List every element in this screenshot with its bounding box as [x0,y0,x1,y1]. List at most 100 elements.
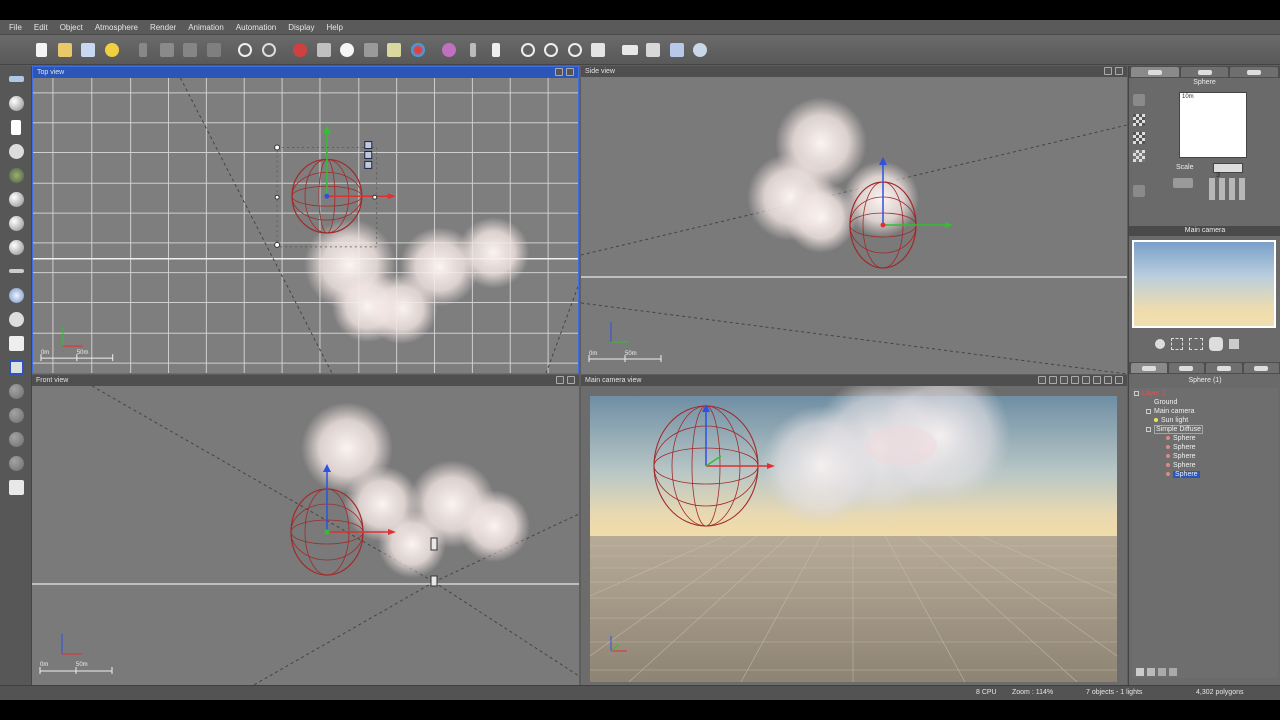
scale-icon[interactable] [3,428,29,450]
clapperboard-icon[interactable] [642,39,664,61]
front-view-canvas[interactable]: 0m 50m [32,386,579,686]
tree-item-main-camera[interactable]: Main camera [1146,408,1194,415]
tab-animation[interactable] [1230,67,1279,77]
layer-settings-icon[interactable] [1169,668,1177,676]
maximize-icon[interactable] [1104,67,1112,75]
cube-tool-icon[interactable] [3,332,29,354]
mirror-icon[interactable] [485,39,507,61]
plant-icon[interactable] [3,140,29,162]
copy-icon[interactable] [156,39,178,61]
link-icon[interactable] [3,452,29,474]
main-camera-canvas[interactable] [581,386,1127,686]
side-view-viewport[interactable]: Side view 0m 50m [581,66,1127,374]
undo-icon[interactable] [234,39,256,61]
new-document-icon[interactable] [30,39,52,61]
rock-icon[interactable] [3,164,29,186]
checker-icon[interactable] [1133,132,1145,144]
options-icon[interactable] [566,68,574,76]
preview-mode-button[interactable] [1173,178,1193,188]
menu-automation[interactable]: Automation [233,23,285,32]
tab-library[interactable] [1206,363,1242,373]
egg-icon[interactable] [3,188,29,210]
flag-icon[interactable] [1229,339,1239,349]
tab-aspect[interactable] [1131,67,1179,77]
zoom-in-icon[interactable] [540,39,562,61]
front-view-viewport[interactable]: Front view 0m 50m [32,375,579,686]
material-icon[interactable] [360,39,382,61]
group-icon[interactable] [3,356,29,378]
open-folder-icon[interactable] [54,39,76,61]
camera-options-icon[interactable] [1071,376,1079,384]
cloud-icon[interactable] [336,39,358,61]
tree-item-ground[interactable]: Ground [1154,399,1177,406]
maximize-icon[interactable] [555,68,563,76]
main-camera-viewport[interactable]: Main camera view [581,375,1127,686]
scale-input[interactable]: 3 [1213,163,1243,179]
layer-options-icon[interactable] [1158,668,1166,676]
delete-layer-icon[interactable] [1147,668,1155,676]
options-icon[interactable] [567,376,575,384]
save-icon[interactable] [77,39,99,61]
zoom-out-icon[interactable] [564,39,586,61]
zoom-fit-icon[interactable] [517,39,539,61]
camera-options-icon[interactable] [1038,376,1046,384]
preview-options-icon[interactable] [1209,178,1247,200]
options-icon[interactable] [1115,376,1123,384]
camera-options-icon[interactable] [1060,376,1068,384]
rotate-icon[interactable] [3,404,29,426]
balls-icon[interactable] [407,39,429,61]
frame-icon[interactable] [1189,338,1203,350]
tree-child-sphere[interactable]: Sphere [1166,462,1196,469]
new-layer-icon[interactable] [1136,668,1144,676]
path-icon[interactable] [3,308,29,330]
cloud-tool-icon[interactable] [3,284,29,306]
checker-icon[interactable] [1133,114,1145,126]
render-options-icon[interactable] [101,39,123,61]
tab-objects[interactable] [1131,363,1167,373]
tree-child-sphere[interactable]: Sphere [1166,444,1196,451]
camera-options-icon[interactable] [1093,376,1101,384]
select-frame-icon[interactable] [587,39,609,61]
hand-icon[interactable] [1155,339,1165,349]
export-icon[interactable] [3,476,29,498]
checker-icon[interactable] [1133,150,1145,162]
side-view-canvas[interactable]: 0m 50m [581,77,1127,374]
text-icon[interactable] [3,116,29,138]
menu-help[interactable]: Help [323,23,351,32]
menu-display[interactable]: Display [285,23,323,32]
tab-materials[interactable] [1168,363,1204,373]
tree-item-sun-light[interactable]: Sun light [1154,417,1188,424]
layout-icon[interactable] [666,39,688,61]
brush-icon[interactable] [438,39,460,61]
move-camera-icon[interactable] [1171,338,1183,350]
options-icon[interactable] [1115,67,1123,75]
tree-child-sphere[interactable]: Sphere [1166,453,1196,460]
duplicate-icon[interactable] [203,39,225,61]
select-icon[interactable] [132,39,154,61]
tree-layer[interactable]: Layer 1 [1134,390,1165,397]
camera-options-icon[interactable] [1082,376,1090,384]
align-icon[interactable] [462,39,484,61]
menu-animation[interactable]: Animation [185,23,233,32]
settings-small-icon[interactable] [1133,185,1145,197]
redo-icon[interactable] [258,39,280,61]
top-view-viewport[interactable]: Top view 0m 50m [32,66,579,374]
menu-edit[interactable]: Edit [31,23,57,32]
camera-options-icon[interactable] [1049,376,1057,384]
sphere-small-icon[interactable] [3,236,29,258]
menu-render[interactable]: Render [147,23,185,32]
metaball-icon[interactable] [3,212,29,234]
sphere-icon[interactable] [3,92,29,114]
render-area-icon[interactable] [313,39,335,61]
tab-links[interactable] [1243,363,1279,373]
camera-preview[interactable] [1132,240,1276,328]
maximize-icon[interactable] [556,376,564,384]
move-icon[interactable] [3,380,29,402]
maximize-icon[interactable] [1104,376,1112,384]
top-view-canvas[interactable]: 0m 50m [33,78,578,373]
tree-item-simple-diffuse[interactable]: Simple Diffuse [1146,425,1204,434]
material-swatch[interactable]: 10m [1179,92,1247,158]
preview-side-icon[interactable] [1133,94,1145,106]
tab-numerics[interactable] [1180,67,1229,77]
tree-child-sphere[interactable]: Sphere [1166,435,1196,442]
